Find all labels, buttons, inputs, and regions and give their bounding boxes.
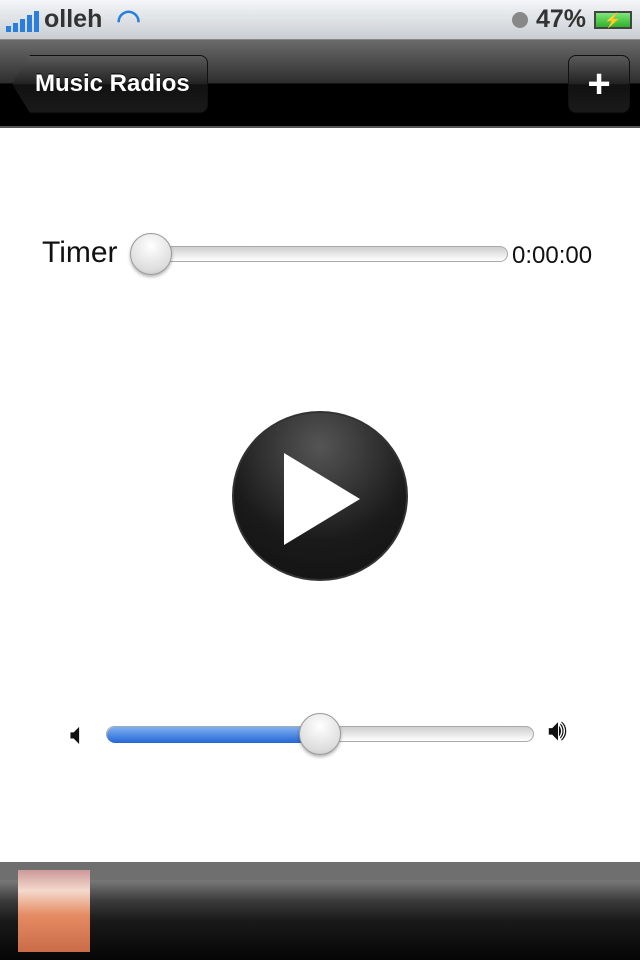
- carrier-name: olleh: [44, 5, 103, 33]
- timer-slider-thumb[interactable]: [130, 233, 172, 275]
- timer-slider-track[interactable]: [132, 246, 508, 262]
- timer-label: Timer: [42, 236, 118, 269]
- status-bar: olleh ◠ 47% ⚡: [0, 0, 640, 40]
- signal-bars-icon: [6, 8, 39, 32]
- volume-slider-fill: [107, 727, 319, 743]
- volume-slider-thumb[interactable]: [299, 713, 341, 755]
- navigation-bar: Music Radios +: [0, 40, 640, 128]
- alarm-clock-icon: [511, 11, 528, 28]
- play-button[interactable]: [232, 411, 408, 581]
- battery-percent: 47%: [535, 5, 586, 33]
- back-button[interactable]: Music Radios: [12, 55, 208, 113]
- speaker-low-icon: 🔈︎: [70, 718, 88, 751]
- speaker-high-icon: 🔊︎: [548, 714, 567, 747]
- battery-charging-icon: ⚡: [594, 10, 632, 29]
- add-button[interactable]: +: [568, 55, 630, 113]
- timer-value: 0:00:00: [512, 242, 593, 269]
- play-icon: [284, 453, 360, 545]
- ad-banner[interactable]: [0, 862, 640, 960]
- ad-image: [18, 870, 90, 952]
- wifi-icon: ◠: [116, 4, 141, 35]
